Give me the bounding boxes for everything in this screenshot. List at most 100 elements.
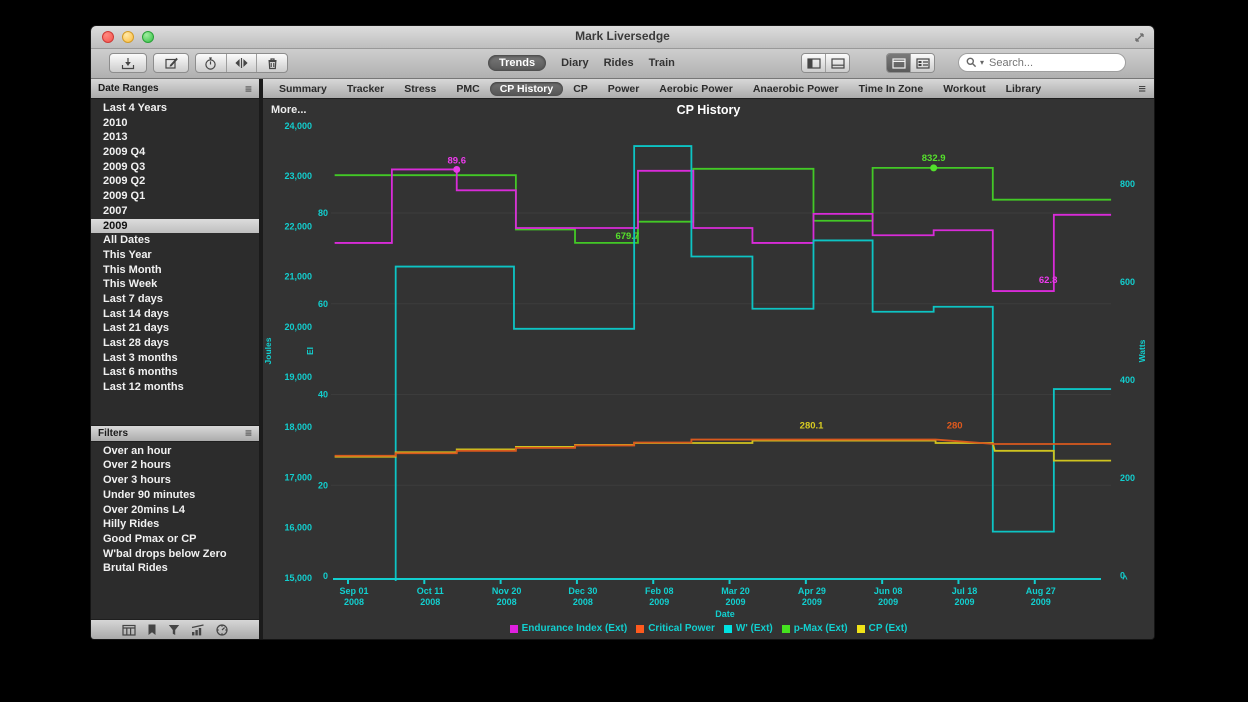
chart-tab[interactable]: Tracker xyxy=(337,82,394,96)
date-range-item[interactable]: 2009 Q1 xyxy=(91,189,259,204)
chart-pane: SummaryTrackerStressPMCCP HistoryCPPower… xyxy=(263,79,1154,639)
filter-item[interactable]: Over 3 hours xyxy=(91,473,259,488)
view-mode-button[interactable]: Diary xyxy=(561,57,589,69)
chart-tab[interactable]: Library xyxy=(996,82,1052,96)
svg-text:600: 600 xyxy=(1120,277,1135,287)
svg-text:40: 40 xyxy=(318,390,328,400)
date-range-item[interactable]: 2007 xyxy=(91,204,259,219)
date-ranges-header[interactable]: Date Ranges ≡ xyxy=(91,79,259,99)
filter-item[interactable]: W'bal drops below Zero xyxy=(91,547,259,562)
search-field[interactable]: ▾ xyxy=(958,53,1126,72)
trash-icon xyxy=(266,57,279,70)
date-range-item[interactable]: Last 4 Years xyxy=(91,101,259,116)
chart-tab[interactable]: Stress xyxy=(394,82,446,96)
tabbed-view-button[interactable] xyxy=(910,54,934,72)
svg-text:24,000: 24,000 xyxy=(284,121,312,131)
date-range-item[interactable]: 2009 Q2 xyxy=(91,174,259,189)
date-range-item[interactable]: Last 21 days xyxy=(91,321,259,336)
date-range-item[interactable]: 2009 Q4 xyxy=(91,145,259,160)
menu-icon[interactable]: ≡ xyxy=(1138,81,1146,96)
date-range-item[interactable]: 2013 xyxy=(91,130,259,145)
download-button[interactable] xyxy=(109,53,147,73)
view-mode-switcher: Trends Diary Rides Train xyxy=(488,53,675,73)
sidebar-gap xyxy=(91,395,259,425)
chart-tab[interactable]: CP History xyxy=(490,82,564,96)
date-range-item[interactable]: 2009 Q3 xyxy=(91,160,259,175)
date-range-item[interactable]: Last 28 days xyxy=(91,336,259,351)
stopwatch-button[interactable] xyxy=(196,54,226,72)
dial-icon[interactable] xyxy=(216,624,228,636)
chart-tab[interactable]: Aerobic Power xyxy=(649,82,743,96)
chart-tab[interactable]: Summary xyxy=(269,82,337,96)
svg-text:832.9: 832.9 xyxy=(922,153,946,164)
sidebar-toggle-icon xyxy=(807,58,821,69)
view-mode-button[interactable]: Trends xyxy=(488,55,546,71)
view-mode-button[interactable]: Train xyxy=(649,57,675,69)
filter-item[interactable]: Under 90 minutes xyxy=(91,488,259,503)
date-range-item[interactable]: All Dates xyxy=(91,233,259,248)
menu-icon[interactable]: ≡ xyxy=(245,426,252,440)
view-mode-button[interactable]: Rides xyxy=(604,57,634,69)
chart-tab[interactable]: Power xyxy=(598,82,650,96)
bottombar-toggle-button[interactable] xyxy=(825,54,849,72)
svg-text:2008: 2008 xyxy=(497,597,517,607)
date-range-item[interactable]: This Month xyxy=(91,263,259,278)
svg-text:2008: 2008 xyxy=(420,597,440,607)
legend-item: Endurance Index (Ext) xyxy=(510,623,628,634)
menu-icon[interactable]: ≡ xyxy=(245,82,252,96)
calendar-icon[interactable] xyxy=(122,624,136,636)
filters-header[interactable]: Filters ≡ xyxy=(91,425,259,442)
layout-toggle-group xyxy=(886,53,935,73)
legend-swatch xyxy=(782,625,790,633)
svg-text:19,000: 19,000 xyxy=(284,372,312,382)
sidebar: Date Ranges ≡ Last 4 Years201020132009 Q… xyxy=(91,79,259,639)
svg-text:62.8: 62.8 xyxy=(1039,275,1058,286)
date-range-item[interactable]: 2010 xyxy=(91,116,259,131)
zoom-icon[interactable] xyxy=(142,31,154,43)
close-icon[interactable] xyxy=(102,31,114,43)
search-scope-caret[interactable]: ▾ xyxy=(980,58,984,67)
date-range-item[interactable]: Last 14 days xyxy=(91,307,259,322)
svg-text:89.6: 89.6 xyxy=(447,155,466,166)
filter-item[interactable]: Hilly Rides xyxy=(91,517,259,532)
bottombar-toggle-icon xyxy=(831,58,845,69)
date-range-item[interactable]: This Week xyxy=(91,277,259,292)
filter-item[interactable]: Over 20mins L4 xyxy=(91,503,259,518)
chart-tab[interactable]: PMC xyxy=(446,82,489,96)
date-range-item[interactable]: Last 3 months xyxy=(91,351,259,366)
filter-item[interactable]: Brutal Rides xyxy=(91,561,259,576)
chart-tab-bar: SummaryTrackerStressPMCCP HistoryCPPower… xyxy=(263,79,1154,99)
split-ride-button[interactable] xyxy=(226,54,257,72)
chart-tab[interactable]: CP xyxy=(563,82,598,96)
cp-history-chart: Sep 012008Oct 112008Nov 202008Dec 302008… xyxy=(263,99,1155,640)
chart-tab[interactable]: Anaerobic Power xyxy=(743,82,849,96)
chart-bars-icon[interactable] xyxy=(191,624,205,636)
date-range-item[interactable]: Last 6 months xyxy=(91,365,259,380)
chart-tab[interactable]: Workout xyxy=(933,82,995,96)
bookmark-icon[interactable] xyxy=(147,624,157,636)
legend-item: Critical Power xyxy=(636,623,715,634)
chart-tab[interactable]: Time In Zone xyxy=(849,82,934,96)
tile-view-button[interactable] xyxy=(887,54,910,72)
date-range-item[interactable]: Last 12 months xyxy=(91,380,259,395)
minimize-icon[interactable] xyxy=(122,31,134,43)
title-bar[interactable]: Mark Liversedge xyxy=(91,26,1154,49)
svg-text:2008: 2008 xyxy=(344,597,364,607)
sidebar-toggle-button[interactable] xyxy=(802,54,825,72)
chart-area: Sep 012008Oct 112008Nov 202008Dec 302008… xyxy=(263,99,1154,639)
legend-label: Critical Power xyxy=(648,623,715,634)
svg-text:20: 20 xyxy=(318,480,328,490)
svg-text:2009: 2009 xyxy=(649,597,669,607)
fullscreen-icon[interactable] xyxy=(1133,31,1146,44)
date-range-item[interactable]: Last 7 days xyxy=(91,292,259,307)
delete-ride-button[interactable] xyxy=(256,54,287,72)
compose-button[interactable] xyxy=(153,53,189,73)
date-range-item[interactable]: 2009 xyxy=(91,219,259,234)
funnel-icon[interactable] xyxy=(168,624,180,636)
search-input[interactable] xyxy=(987,56,1118,70)
filter-item[interactable]: Good Pmax or CP xyxy=(91,532,259,547)
filter-item[interactable]: Over 2 hours xyxy=(91,458,259,473)
date-range-item[interactable]: This Year xyxy=(91,248,259,263)
filter-item[interactable]: Over an hour xyxy=(91,444,259,459)
legend-swatch xyxy=(724,625,732,633)
